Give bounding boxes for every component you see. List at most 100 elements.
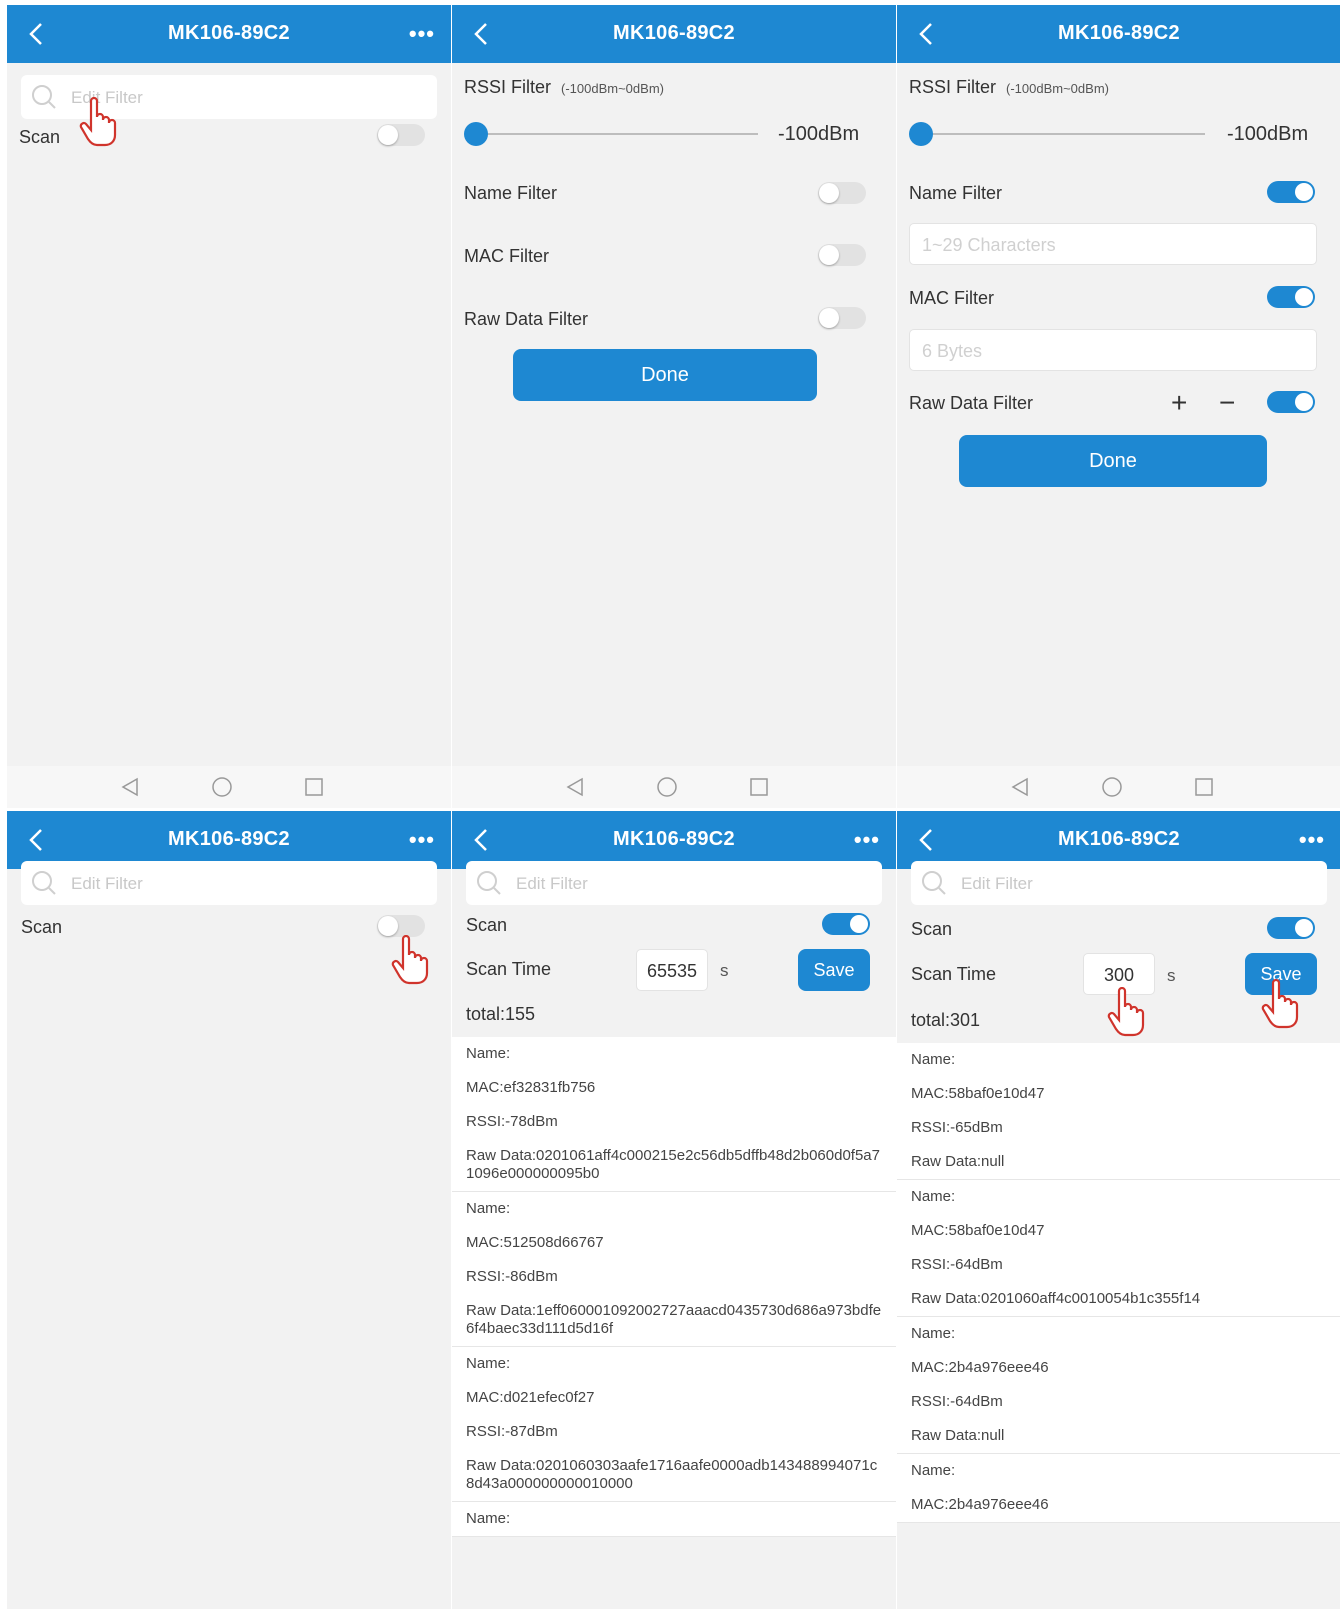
pointer-hand-icon	[1261, 979, 1299, 1029]
scan-toggle[interactable]	[377, 124, 425, 146]
nav-back-icon[interactable]	[1009, 776, 1031, 798]
save-button[interactable]: Save	[798, 949, 870, 991]
mac-filter-label: MAC Filter	[909, 288, 994, 308]
scan-toggle[interactable]	[377, 915, 425, 937]
device-mac: MAC:512508d66767	[466, 1234, 604, 1251]
total-count: total:155	[466, 1004, 536, 1024]
pointer-hand-icon	[79, 97, 117, 147]
device-name: Name:	[911, 1188, 956, 1205]
device-title: MK106-89C2	[613, 828, 735, 850]
add-raw-filter-button[interactable]: +	[1171, 389, 1187, 417]
search-placeholder: Edit Filter	[961, 874, 1033, 893]
raw-data-filter-toggle[interactable]	[1267, 391, 1315, 413]
mac-filter-toggle[interactable]	[1267, 286, 1315, 308]
list-item[interactable]: Name: MAC:2b4a976eee46	[897, 1454, 1340, 1523]
more-icon[interactable]: •••	[854, 827, 880, 853]
nav-home-icon[interactable]	[211, 776, 233, 798]
raw-data-filter-label: Raw Data Filter	[464, 309, 589, 329]
device-rssi: RSSI:-78dBm	[466, 1113, 558, 1130]
device-list: Name: MAC:ef32831fb756 RSSI:-78dBm Raw Data…	[452, 1037, 896, 1537]
device-rssi: RSSI:-86dBm	[466, 1268, 558, 1285]
device-name: Name:	[466, 1510, 511, 1527]
screen-scan-off: MK106-89C2 ••• Edit Filter Scan	[7, 811, 451, 1609]
nav-home-icon[interactable]	[1101, 776, 1123, 798]
device-title: MK106-89C2	[168, 828, 290, 850]
nav-recents-icon[interactable]	[303, 776, 325, 798]
device-raw: Raw Data:0201060303aafe1716aafe0000adb14…	[466, 1457, 878, 1492]
mac-filter-toggle[interactable]	[818, 244, 866, 266]
seconds-unit: s	[1167, 966, 1176, 985]
list-item[interactable]: Name:	[452, 1502, 896, 1537]
device-title: MK106-89C2	[1058, 22, 1180, 44]
nav-home-icon[interactable]	[656, 776, 678, 798]
device-name: Name:	[911, 1462, 956, 1479]
device-raw: Raw Data:null	[911, 1427, 1005, 1444]
scan-label: Scan	[911, 919, 953, 939]
search-input[interactable]: Edit Filter	[466, 861, 882, 905]
scan-toggle[interactable]	[822, 913, 870, 935]
rssi-filter-label: RSSI Filter (-100dBm~0dBm)	[464, 77, 664, 97]
raw-data-filter-toggle[interactable]	[818, 307, 866, 329]
rssi-value: -100dBm	[778, 123, 860, 145]
rssi-slider-knob[interactable]	[464, 122, 488, 146]
search-icon	[922, 871, 946, 895]
app-header: MK106-89C2	[897, 5, 1340, 63]
list-item[interactable]: Name: MAC:ef32831fb756 RSSI:-78dBm Raw Data…	[452, 1037, 896, 1192]
system-nav-bar	[897, 766, 1340, 808]
search-icon	[32, 871, 56, 895]
app-header: MK106-89C2 •••	[7, 5, 451, 63]
screen-filter-closed: MK106-89C2 ••• Edit Filter Scan	[7, 5, 451, 808]
device-title: MK106-89C2	[1058, 828, 1180, 850]
device-rssi: RSSI:-87dBm	[466, 1423, 558, 1440]
device-rssi: RSSI:-65dBm	[911, 1119, 1003, 1136]
device-raw: Raw Data:null	[911, 1153, 1005, 1170]
list-item[interactable]: Name: MAC:58baf0e10d47 RSSI:-65dBm Raw Data…	[897, 1043, 1340, 1180]
scan-time-label: Scan Time	[911, 964, 997, 984]
list-item[interactable]: Name: MAC:2b4a976eee46 RSSI:-64dBm Raw Data…	[897, 1317, 1340, 1454]
nav-recents-icon[interactable]	[748, 776, 770, 798]
list-item[interactable]: Name: MAC:d021efec0f27 RSSI:-87dBm Raw Data…	[452, 1347, 896, 1502]
rssi-value: -100dBm	[1227, 123, 1309, 145]
system-nav-bar	[7, 766, 451, 808]
device-mac: MAC:2b4a976eee46	[911, 1496, 1049, 1513]
scan-label: Scan	[466, 915, 508, 935]
device-raw: Raw Data:0201061aff4c000215e2c56db5dffb4…	[466, 1147, 880, 1182]
rssi-slider-track[interactable]	[472, 133, 758, 135]
screen-filter-panel: MK106-89C2 RSSI Filter (-100dBm~0dBm) -10…	[452, 5, 896, 808]
done-button[interactable]: Done	[959, 435, 1267, 487]
total-count: total:301	[911, 1010, 981, 1030]
list-item[interactable]: Name: MAC:512508d66767 RSSI:-86dBm Raw Data…	[452, 1192, 896, 1347]
scan-time-label: Scan Time	[466, 959, 552, 979]
scan-label: Scan	[19, 127, 61, 147]
app-header: MK106-89C2	[452, 5, 896, 63]
more-icon[interactable]: •••	[1299, 827, 1325, 853]
name-filter-toggle[interactable]	[818, 182, 866, 204]
device-name: Name:	[466, 1045, 511, 1062]
more-icon[interactable]: •••	[409, 21, 435, 47]
name-filter-label: Name Filter	[464, 183, 558, 203]
search-input[interactable]: Edit Filter	[911, 861, 1327, 905]
search-placeholder: Edit Filter	[71, 874, 143, 893]
scan-toggle[interactable]	[1267, 917, 1315, 939]
device-mac: MAC:d021efec0f27	[466, 1389, 595, 1406]
mac-filter-label: MAC Filter	[464, 246, 549, 266]
remove-raw-filter-button[interactable]: −	[1219, 389, 1235, 417]
scan-time-input[interactable]: 65535	[636, 949, 708, 991]
device-rssi: RSSI:-64dBm	[911, 1393, 1003, 1410]
nav-back-icon[interactable]	[119, 776, 141, 798]
nav-recents-icon[interactable]	[1193, 776, 1215, 798]
nav-back-icon[interactable]	[564, 776, 586, 798]
name-filter-toggle[interactable]	[1267, 181, 1315, 203]
name-filter-input[interactable]: 1~29 Characters	[909, 223, 1317, 265]
rssi-slider-knob[interactable]	[909, 122, 933, 146]
rssi-slider-track[interactable]	[917, 133, 1205, 135]
done-button[interactable]: Done	[513, 349, 817, 401]
device-title: MK106-89C2	[168, 22, 290, 44]
search-input[interactable]: Edit Filter	[21, 861, 437, 905]
device-raw: Raw Data:1eff060001092002727aaacd0435730…	[466, 1302, 882, 1337]
more-icon[interactable]: •••	[409, 827, 435, 853]
mac-filter-input[interactable]: 6 Bytes	[909, 329, 1317, 371]
list-item[interactable]: Name: MAC:58baf0e10d47 RSSI:-64dBm Raw Data…	[897, 1180, 1340, 1317]
system-nav-bar	[452, 766, 896, 808]
raw-data-filter-label: Raw Data Filter	[909, 393, 1034, 413]
